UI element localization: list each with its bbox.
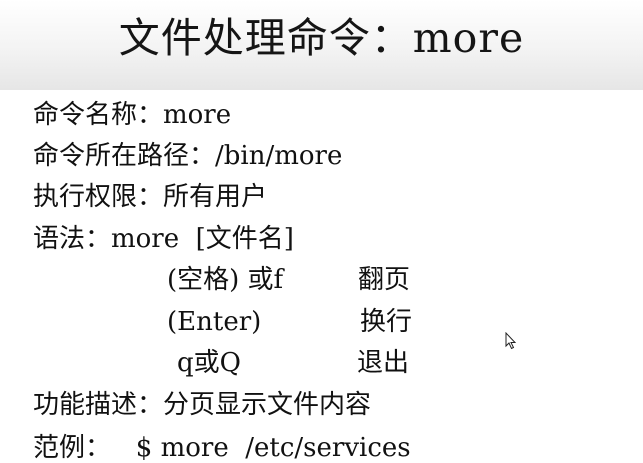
option-desc-quit: 退出 (357, 348, 410, 378)
example-line: 范例： $ more /etc/services (33, 433, 411, 463)
option-key-quit: q或Q (177, 348, 241, 378)
permission-line: 执行权限：所有用户 (33, 182, 268, 212)
option-key-enter: (Enter) (167, 307, 262, 337)
mouse-pointer-icon (505, 332, 517, 350)
description-line: 功能描述：分页显示文件内容 (33, 390, 372, 420)
slide: 文件处理命令：more 命令名称：more 命令所在路径：/bin/more 执… (0, 0, 643, 463)
syntax-line: 语法：more [文件名] (33, 224, 294, 254)
option-desc-line: 换行 (360, 307, 413, 337)
option-desc-page: 翻页 (358, 265, 411, 295)
command-name-line: 命令名称：more (33, 100, 232, 130)
command-path-line: 命令所在路径：/bin/more (33, 141, 343, 171)
slide-title: 文件处理命令：more (118, 14, 525, 62)
option-key-space: (空格) 或f (167, 265, 284, 295)
